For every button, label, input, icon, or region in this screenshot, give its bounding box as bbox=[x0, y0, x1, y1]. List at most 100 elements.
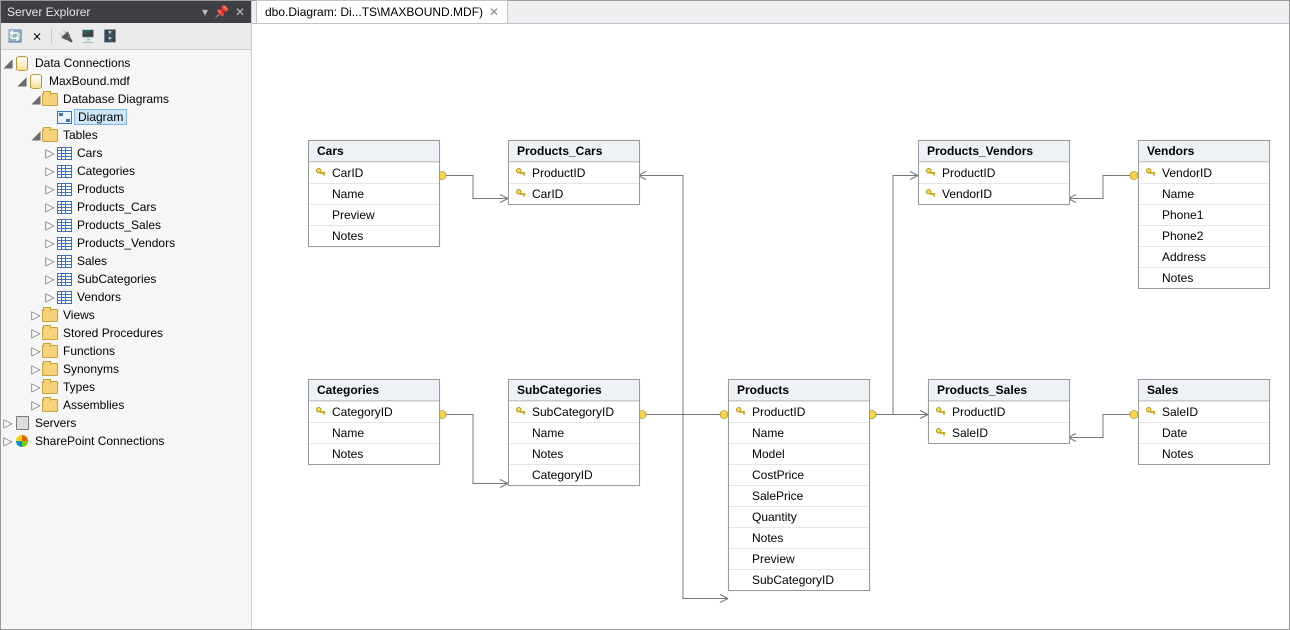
expand-icon[interactable]: ▷ bbox=[45, 164, 55, 178]
expand-icon[interactable]: ▷ bbox=[45, 218, 55, 232]
expand-icon[interactable]: ▷ bbox=[45, 236, 55, 250]
tree-node-table[interactable]: Products_Sales bbox=[75, 218, 163, 232]
expand-icon[interactable]: ◢ bbox=[3, 56, 13, 70]
tree-node-types[interactable]: Types bbox=[61, 380, 97, 394]
diagram-table-header[interactable]: Products bbox=[729, 380, 869, 401]
diagram-column[interactable]: Quantity bbox=[729, 506, 869, 527]
diagram-table-categories[interactable]: CategoriesCategoryIDNameNotes bbox=[308, 379, 440, 465]
connect-icon[interactable]: 🔌 bbox=[58, 28, 74, 44]
diagram-column[interactable]: ProductID bbox=[919, 162, 1069, 183]
expand-icon[interactable]: ▷ bbox=[31, 308, 41, 322]
diagram-column[interactable]: SubCategoryID bbox=[509, 401, 639, 422]
diagram-table-products_cars[interactable]: Products_CarsProductIDCarID bbox=[508, 140, 640, 205]
tree-node-data-connections[interactable]: Data Connections bbox=[33, 56, 132, 70]
expand-icon[interactable]: ▷ bbox=[31, 380, 41, 394]
diagram-column[interactable]: Name bbox=[729, 422, 869, 443]
diagram-table-header[interactable]: Vendors bbox=[1139, 141, 1269, 162]
diagram-table-products[interactable]: ProductsProductIDNameModelCostPriceSaleP… bbox=[728, 379, 870, 591]
diagram-column[interactable]: CategoryID bbox=[309, 401, 439, 422]
dropdown-icon[interactable]: ▾ bbox=[202, 5, 208, 19]
pin-icon[interactable]: 📌 bbox=[214, 5, 229, 19]
tree-node-sprocs[interactable]: Stored Procedures bbox=[61, 326, 165, 340]
expand-icon[interactable]: ◢ bbox=[31, 92, 41, 106]
diagram-column[interactable]: Notes bbox=[309, 225, 439, 246]
diagram-table-products_sales[interactable]: Products_SalesProductIDSaleID bbox=[928, 379, 1070, 444]
stop-icon[interactable]: ⨯ bbox=[29, 28, 45, 44]
expand-icon[interactable]: ▷ bbox=[31, 344, 41, 358]
tab-diagram[interactable]: dbo.Diagram: Di...TS\MAXBOUND.MDF) ✕ bbox=[256, 0, 508, 23]
diagram-column[interactable]: Model bbox=[729, 443, 869, 464]
expand-icon[interactable]: ▷ bbox=[45, 254, 55, 268]
tree-node-table[interactable]: Products_Cars bbox=[75, 200, 158, 214]
diagram-table-header[interactable]: Sales bbox=[1139, 380, 1269, 401]
tree-node-table[interactable]: Categories bbox=[75, 164, 137, 178]
diagram-table-header[interactable]: Products_Cars bbox=[509, 141, 639, 162]
diagram-column[interactable]: Name bbox=[309, 183, 439, 204]
diagram-column[interactable]: Notes bbox=[729, 527, 869, 548]
diagram-column[interactable]: SalePrice bbox=[729, 485, 869, 506]
diagram-column[interactable]: Phone1 bbox=[1139, 204, 1269, 225]
diagram-column[interactable]: Name bbox=[1139, 183, 1269, 204]
diagram-column[interactable]: SaleID bbox=[929, 422, 1069, 443]
tree-node-table[interactable]: Products_Vendors bbox=[75, 236, 177, 250]
diagram-canvas[interactable]: CarsCarIDNamePreviewNotesProducts_CarsPr… bbox=[252, 24, 1289, 629]
tree-node-sharepoint[interactable]: SharePoint Connections bbox=[33, 434, 166, 448]
diagram-column[interactable]: VendorID bbox=[1139, 162, 1269, 183]
tree-node-table[interactable]: Cars bbox=[75, 146, 104, 160]
diagram-column[interactable]: Notes bbox=[1139, 443, 1269, 464]
tree-view[interactable]: ◢Data Connections ◢MaxBound.mdf ◢Databas… bbox=[1, 50, 251, 629]
diagram-table-header[interactable]: Products_Sales bbox=[929, 380, 1069, 401]
diagram-column[interactable]: Notes bbox=[1139, 267, 1269, 288]
diagram-table-header[interactable]: Cars bbox=[309, 141, 439, 162]
expand-icon[interactable]: ▷ bbox=[31, 326, 41, 340]
tree-node-table[interactable]: Vendors bbox=[75, 290, 123, 304]
diagram-column[interactable]: Name bbox=[509, 422, 639, 443]
tree-node-functions[interactable]: Functions bbox=[61, 344, 117, 358]
diagram-column[interactable]: CarID bbox=[309, 162, 439, 183]
diagram-column[interactable]: VendorID bbox=[919, 183, 1069, 204]
tree-node-diagram[interactable]: Diagram bbox=[74, 109, 127, 125]
diagram-column[interactable]: CarID bbox=[509, 183, 639, 204]
diagram-column[interactable]: CostPrice bbox=[729, 464, 869, 485]
tree-node-table[interactable]: SubCategories bbox=[75, 272, 158, 286]
expand-icon[interactable]: ▷ bbox=[3, 416, 13, 430]
expand-icon[interactable]: ▷ bbox=[3, 434, 13, 448]
expand-icon[interactable]: ▷ bbox=[31, 398, 41, 412]
tree-node-tables-folder[interactable]: Tables bbox=[61, 128, 100, 142]
tree-node-dbdiagrams[interactable]: Database Diagrams bbox=[61, 92, 171, 106]
close-icon[interactable]: ✕ bbox=[235, 5, 245, 19]
tab-close-icon[interactable]: ✕ bbox=[489, 5, 499, 19]
diagram-column[interactable]: Address bbox=[1139, 246, 1269, 267]
diagram-column[interactable]: Phone2 bbox=[1139, 225, 1269, 246]
diagram-column[interactable]: ProductID bbox=[729, 401, 869, 422]
expand-icon[interactable]: ◢ bbox=[17, 74, 27, 88]
diagram-table-sales[interactable]: SalesSaleIDDateNotes bbox=[1138, 379, 1270, 465]
expand-icon[interactable]: ▷ bbox=[45, 272, 55, 286]
add-server-icon[interactable]: 🖥️ bbox=[80, 28, 96, 44]
diagram-table-header[interactable]: SubCategories bbox=[509, 380, 639, 401]
tree-node-views[interactable]: Views bbox=[61, 308, 97, 322]
diagram-column[interactable]: Name bbox=[309, 422, 439, 443]
refresh-icon[interactable]: 🔄 bbox=[7, 28, 23, 44]
diagram-table-header[interactable]: Categories bbox=[309, 380, 439, 401]
diagram-table-subcategories[interactable]: SubCategoriesSubCategoryIDNameNotesCateg… bbox=[508, 379, 640, 486]
add-connection-icon[interactable]: 🗄️ bbox=[102, 28, 118, 44]
tree-node-synonyms[interactable]: Synonyms bbox=[61, 362, 121, 376]
diagram-column[interactable]: Notes bbox=[309, 443, 439, 464]
diagram-table-header[interactable]: Products_Vendors bbox=[919, 141, 1069, 162]
diagram-table-vendors[interactable]: VendorsVendorIDNamePhone1Phone2AddressNo… bbox=[1138, 140, 1270, 289]
expand-icon[interactable]: ◢ bbox=[31, 128, 41, 142]
diagram-column[interactable]: ProductID bbox=[929, 401, 1069, 422]
tree-node-table[interactable]: Products bbox=[75, 182, 126, 196]
diagram-column[interactable]: ProductID bbox=[509, 162, 639, 183]
diagram-table-products_vendors[interactable]: Products_VendorsProductIDVendorID bbox=[918, 140, 1070, 205]
diagram-table-cars[interactable]: CarsCarIDNamePreviewNotes bbox=[308, 140, 440, 247]
diagram-column[interactable]: Date bbox=[1139, 422, 1269, 443]
diagram-column[interactable]: SubCategoryID bbox=[729, 569, 869, 590]
tree-node-servers[interactable]: Servers bbox=[33, 416, 78, 430]
diagram-column[interactable]: Preview bbox=[729, 548, 869, 569]
diagram-column[interactable]: CategoryID bbox=[509, 464, 639, 485]
diagram-column[interactable]: Preview bbox=[309, 204, 439, 225]
tree-node-table[interactable]: Sales bbox=[75, 254, 109, 268]
tree-node-assemblies[interactable]: Assemblies bbox=[61, 398, 126, 412]
